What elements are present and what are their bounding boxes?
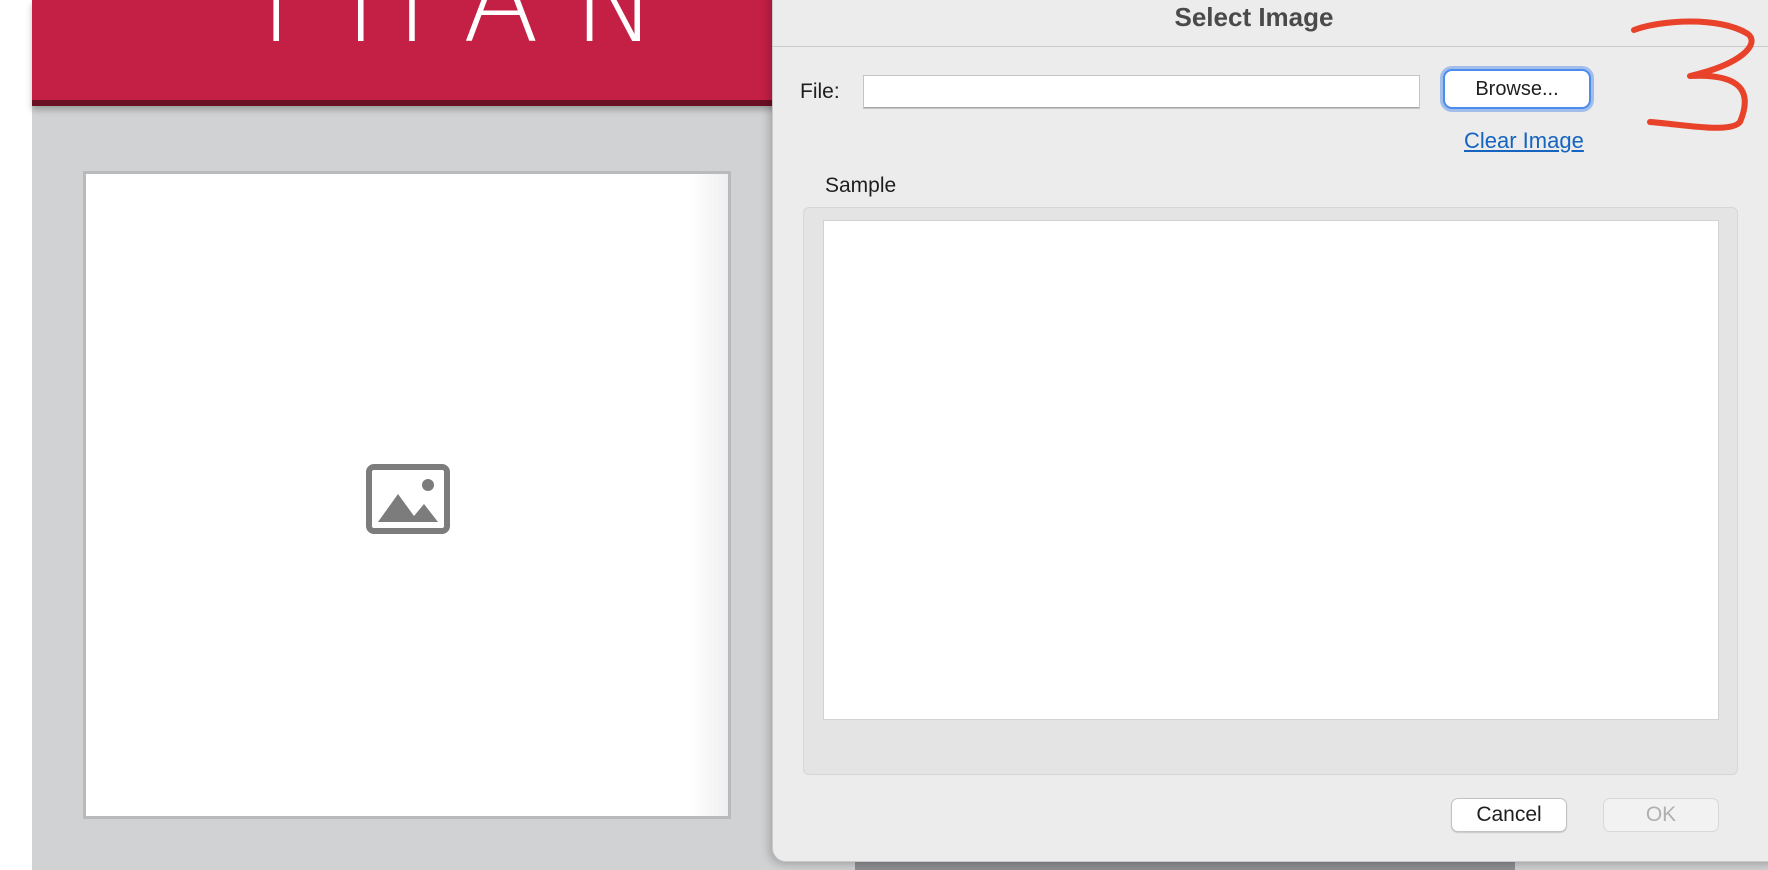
dialog-title: Select Image	[1174, 2, 1334, 32]
cancel-button[interactable]: Cancel	[1451, 798, 1567, 832]
clear-image-link[interactable]: Clear Image	[1464, 128, 1584, 154]
handwritten-step-number-annotation	[1631, 18, 1755, 131]
sample-preview-area	[823, 220, 1719, 720]
image-placeholder-frame[interactable]	[83, 171, 731, 819]
dialog-titlebar: Select Image	[772, 0, 1768, 47]
banner-title: THAN	[242, 0, 692, 68]
ok-button[interactable]: OK	[1603, 798, 1719, 832]
browse-button[interactable]: Browse...	[1443, 69, 1591, 109]
sample-group-label: Sample	[825, 174, 897, 197]
underlying-toolbar-strip	[855, 862, 1515, 870]
file-label: File:	[800, 80, 840, 103]
file-path-input[interactable]	[863, 75, 1420, 109]
image-placeholder-icon	[366, 464, 450, 534]
